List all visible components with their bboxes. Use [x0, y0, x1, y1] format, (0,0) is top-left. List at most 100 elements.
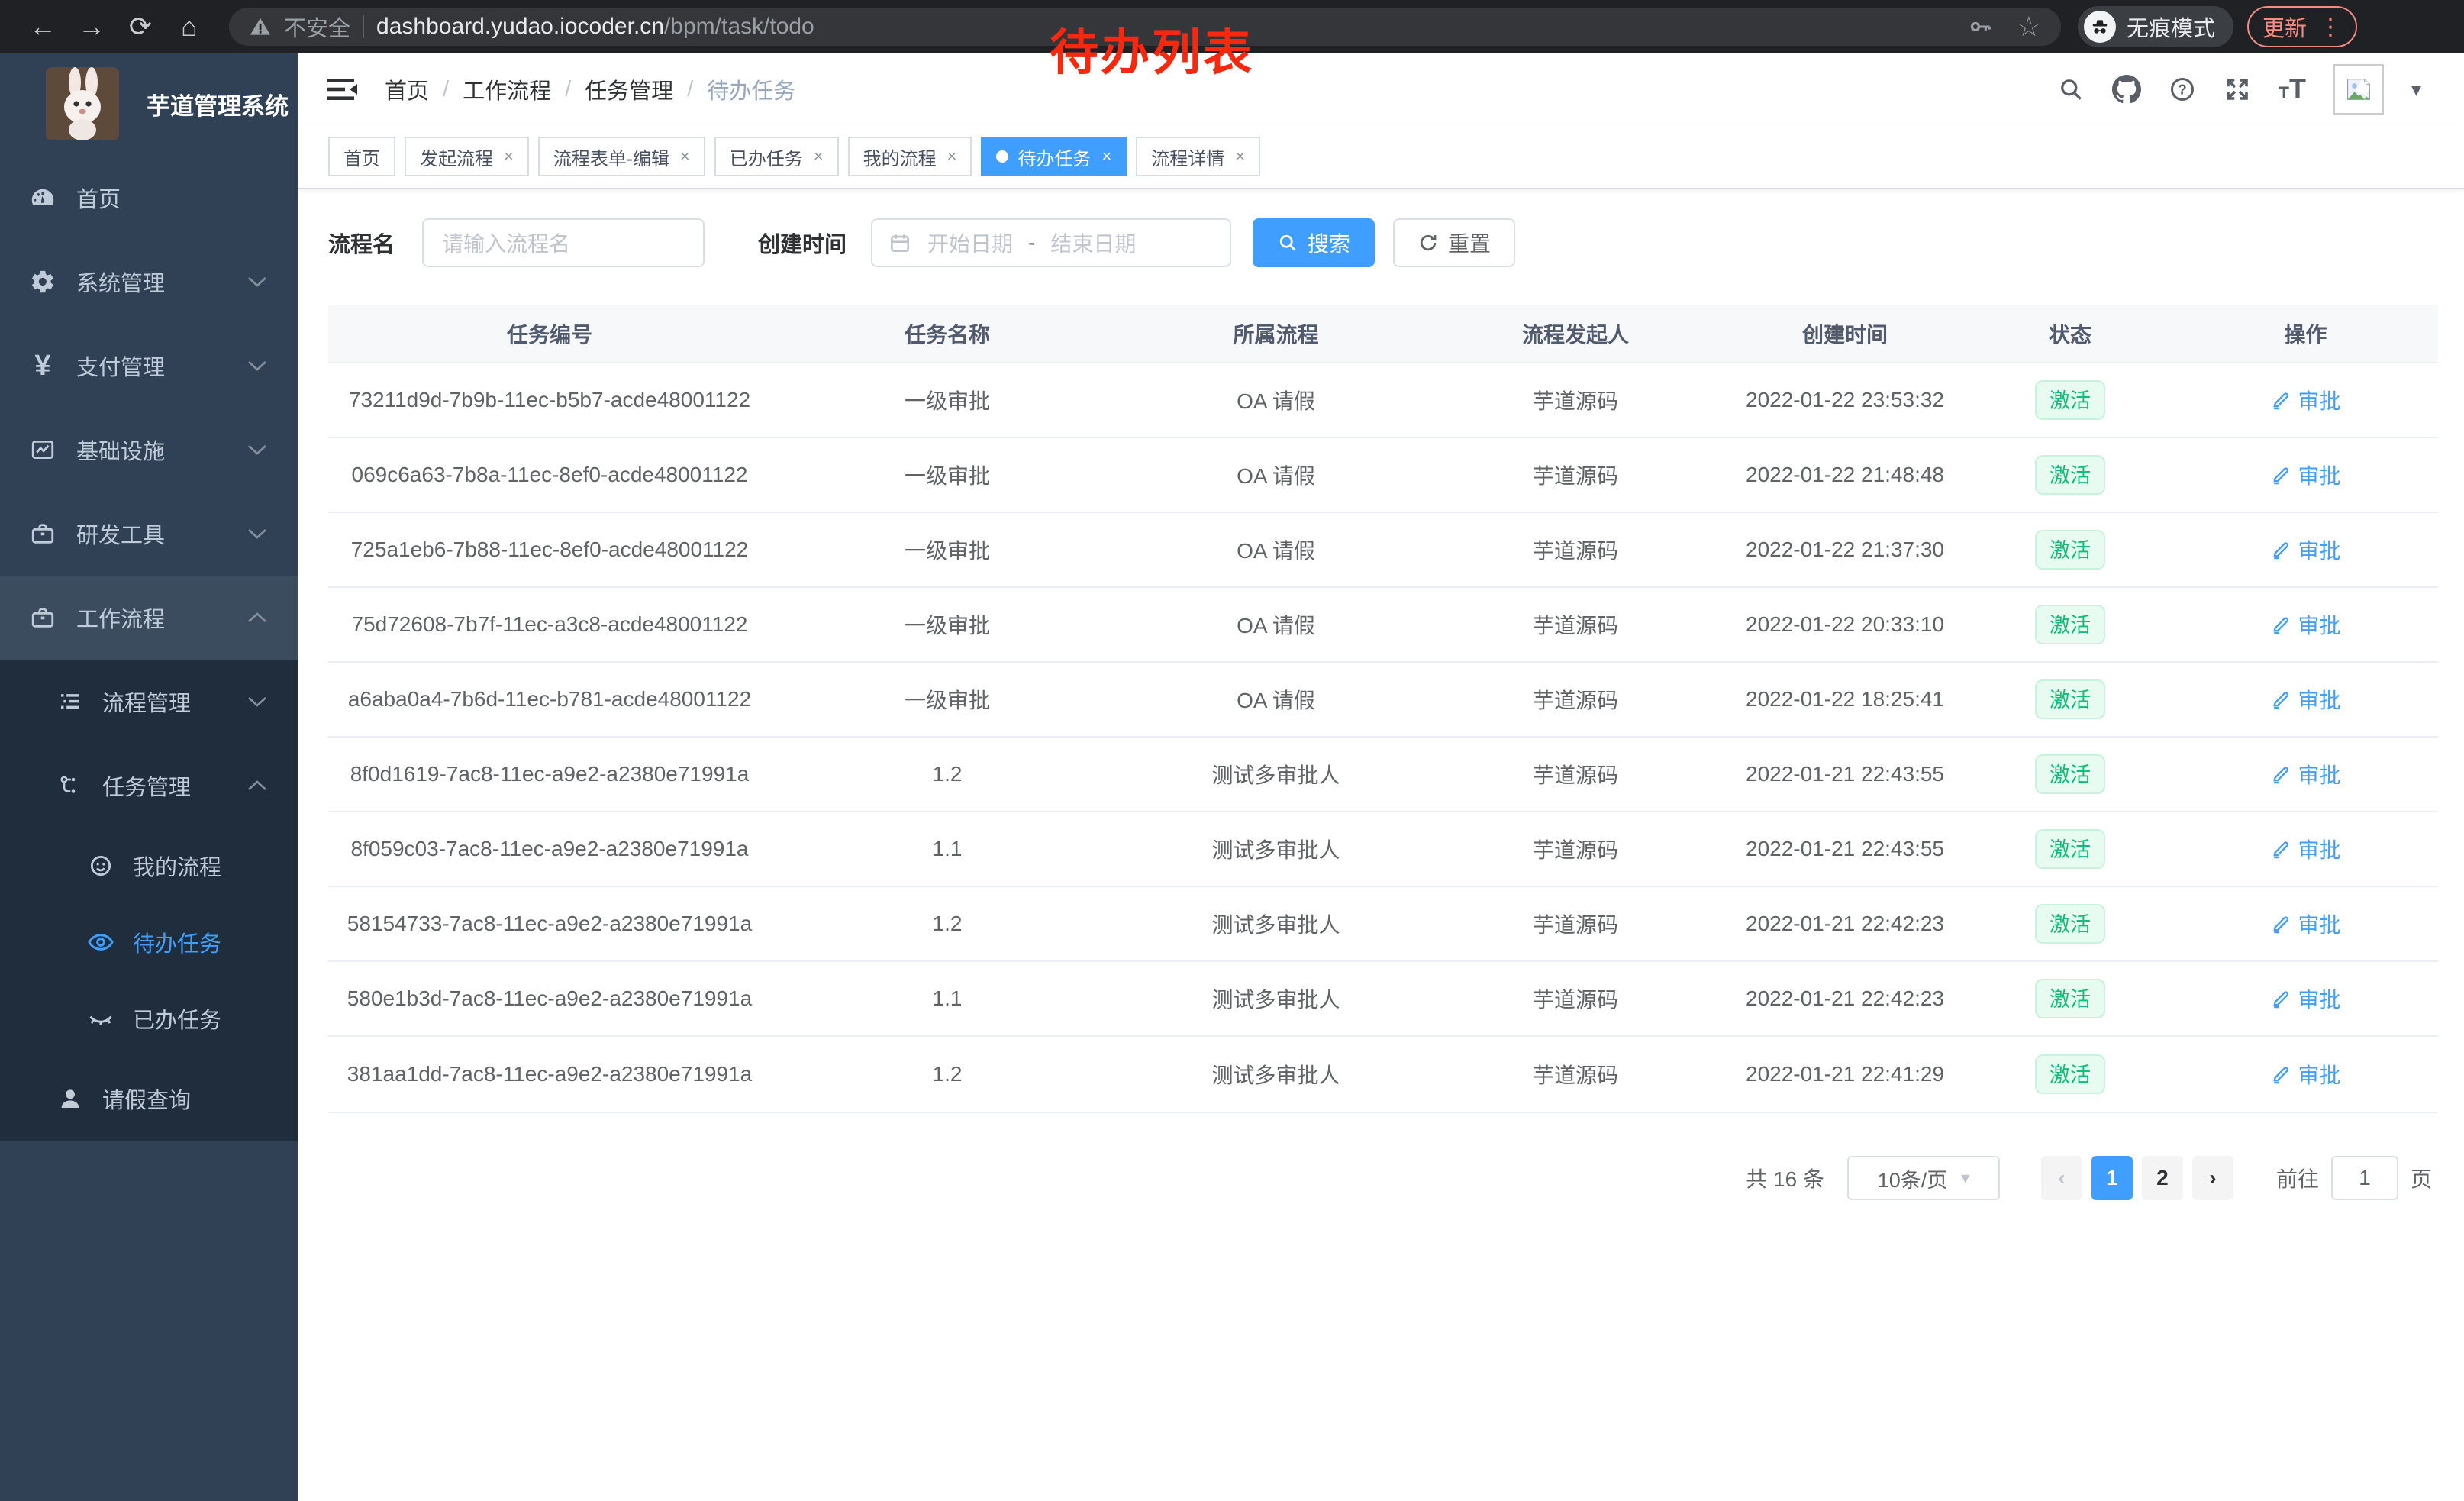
- sidebar-item-home[interactable]: 首页: [0, 156, 298, 240]
- not-secure-warning-icon: [249, 15, 272, 38]
- process-cell: 测试多审批人: [1124, 1059, 1428, 1089]
- status-cell: 激活: [1967, 829, 2173, 869]
- github-icon[interactable]: [2112, 75, 2141, 104]
- browser-update-button[interactable]: 更新 ⋮: [2247, 6, 2357, 47]
- reset-button[interactable]: 重置: [1393, 218, 1515, 267]
- approve-link[interactable]: 审批: [2270, 534, 2340, 565]
- fullscreen-icon[interactable]: [2224, 76, 2251, 103]
- main-area: 首页 / 工作流程 / 任务管理 / 待办任务 ? TT ▾ 首页发起流程×流程…: [298, 53, 2464, 1501]
- column-header: 所属流程: [1124, 318, 1428, 349]
- page-size-select[interactable]: 10条/页 ▾: [1847, 1156, 2000, 1200]
- status-badge: 激活: [2035, 380, 2105, 420]
- tab-首页[interactable]: 首页: [328, 137, 395, 176]
- avatar[interactable]: [2333, 64, 2384, 115]
- sidebar-collapse-icon[interactable]: [325, 76, 359, 103]
- next-page-button[interactable]: ›: [2192, 1156, 2233, 1200]
- action-cell: 审批: [2173, 983, 2438, 1015]
- create-time-cell: 2022-01-22 20:33:10: [1723, 612, 1967, 637]
- browser-back-icon[interactable]: ←: [18, 0, 67, 53]
- date-range-picker[interactable]: 开始日期 - 结束日期: [871, 218, 1231, 267]
- browser-forward-icon[interactable]: →: [67, 0, 116, 53]
- sidebar-item-todo-tasks[interactable]: 待办任务: [0, 904, 298, 980]
- breadcrumb: 首页 / 工作流程 / 任务管理 / 待办任务: [385, 73, 795, 105]
- chevron-down-icon: [247, 360, 267, 372]
- breadcrumb-task-mgmt[interactable]: 任务管理: [585, 73, 673, 105]
- process-name-label: 流程名: [328, 227, 395, 259]
- font-size-icon[interactable]: TT: [2279, 76, 2305, 103]
- page-button-2[interactable]: 2: [2142, 1156, 2183, 1200]
- sidebar-item-task-mgmt[interactable]: 任务管理: [0, 744, 298, 828]
- starter-cell: 芋道源码: [1428, 609, 1723, 640]
- prev-page-button[interactable]: ‹: [2041, 1156, 2082, 1200]
- tab-待办任务[interactable]: 待办任务×: [981, 137, 1127, 176]
- approve-link[interactable]: 审批: [2270, 1059, 2340, 1089]
- approve-link[interactable]: 审批: [2270, 834, 2340, 864]
- action-cell: 审批: [2173, 834, 2438, 865]
- tab-已办任务[interactable]: 已办任务×: [714, 137, 839, 176]
- tab-我的流程[interactable]: 我的流程×: [848, 137, 972, 176]
- create-time-cell: 2022-01-22 21:48:48: [1723, 463, 1967, 487]
- password-key-icon[interactable]: [1968, 14, 1994, 40]
- breadcrumb-workflow[interactable]: 工作流程: [463, 73, 551, 105]
- search-button[interactable]: 搜索: [1253, 218, 1375, 267]
- tab-close-icon[interactable]: ×: [947, 147, 957, 166]
- browser-reload-icon[interactable]: ⟳: [116, 0, 165, 53]
- chevron-down-icon: [247, 528, 267, 540]
- tab-close-icon[interactable]: ×: [1235, 147, 1245, 166]
- browser-home-icon[interactable]: ⌂: [165, 0, 214, 53]
- tab-close-icon[interactable]: ×: [1101, 147, 1111, 166]
- tab-流程详情[interactable]: 流程详情×: [1136, 137, 1260, 176]
- tab-发起流程[interactable]: 发起流程×: [405, 137, 529, 176]
- status-badge: 激活: [2035, 1054, 2105, 1094]
- search-icon[interactable]: [2057, 76, 2085, 103]
- broken-image-icon: [2343, 74, 2374, 105]
- app-logo-image: [46, 67, 119, 140]
- table-row: a6aba0a4-7b6d-11ec-b781-acde48001122 一级审…: [328, 663, 2438, 738]
- sidebar-item-infra[interactable]: 基础设施: [0, 408, 298, 492]
- approve-link[interactable]: 审批: [2270, 460, 2340, 490]
- process-cell: OA 请假: [1124, 534, 1428, 565]
- breadcrumb-home[interactable]: 首页: [385, 73, 429, 105]
- process-cell: OA 请假: [1124, 385, 1428, 415]
- start-date-placeholder[interactable]: 开始日期: [927, 228, 1013, 258]
- approve-link[interactable]: 审批: [2270, 609, 2340, 640]
- tab-流程表单-编辑[interactable]: 流程表单-编辑×: [538, 137, 705, 176]
- bookmark-star-icon[interactable]: ☆: [2017, 11, 2041, 43]
- approve-link[interactable]: 审批: [2270, 684, 2340, 715]
- status-cell: 激活: [1967, 380, 2173, 420]
- range-separator: -: [1028, 231, 1035, 255]
- approve-link[interactable]: 审批: [2270, 759, 2340, 789]
- avatar-dropdown-caret-icon[interactable]: ▾: [2411, 78, 2421, 102]
- approve-link[interactable]: 审批: [2270, 983, 2340, 1014]
- status-badge: 激活: [2035, 679, 2105, 719]
- tab-close-icon[interactable]: ×: [504, 147, 514, 166]
- approve-link[interactable]: 审批: [2270, 909, 2340, 939]
- app-logo-row[interactable]: 芋道管理系统: [0, 53, 298, 151]
- sidebar-item-devtools[interactable]: 研发工具: [0, 492, 298, 576]
- sidebar-item-payment[interactable]: ¥ 支付管理: [0, 324, 298, 408]
- tab-close-icon[interactable]: ×: [680, 147, 690, 166]
- browser-menu-icon[interactable]: ⋮: [2319, 14, 2342, 40]
- tab-close-icon[interactable]: ×: [814, 147, 824, 166]
- approve-link[interactable]: 审批: [2270, 385, 2340, 415]
- end-date-placeholder[interactable]: 结束日期: [1050, 228, 1136, 258]
- create-time-cell: 2022-01-21 22:41:29: [1723, 1062, 1967, 1086]
- sidebar-item-system[interactable]: 系统管理: [0, 240, 298, 324]
- page-button-1[interactable]: 1: [2091, 1156, 2133, 1200]
- pagination: 共 16 条 10条/页 ▾ ‹ 12 › 前往 1 页: [328, 1156, 2440, 1200]
- sidebar-item-process-mgmt[interactable]: 流程管理: [0, 660, 298, 744]
- starter-cell: 芋道源码: [1428, 684, 1723, 715]
- process-name-input[interactable]: 请输入流程名: [422, 218, 705, 267]
- sidebar-item-done-tasks[interactable]: 已办任务: [0, 980, 298, 1057]
- url-separator: [363, 15, 364, 38]
- help-icon[interactable]: ?: [2169, 76, 2196, 103]
- sidebar-item-my-process[interactable]: 我的流程: [0, 828, 298, 904]
- edit-pencil-icon: [2270, 689, 2291, 710]
- security-label[interactable]: 不安全: [284, 11, 350, 43]
- task-name-cell: 一级审批: [771, 609, 1124, 640]
- update-label[interactable]: 更新: [2262, 11, 2307, 43]
- sidebar-item-leave-query[interactable]: 请假查询: [0, 1057, 298, 1141]
- status-cell: 激活: [1967, 1054, 2173, 1094]
- goto-page-input[interactable]: 1: [2331, 1156, 2398, 1200]
- sidebar-item-workflow[interactable]: 工作流程: [0, 576, 298, 660]
